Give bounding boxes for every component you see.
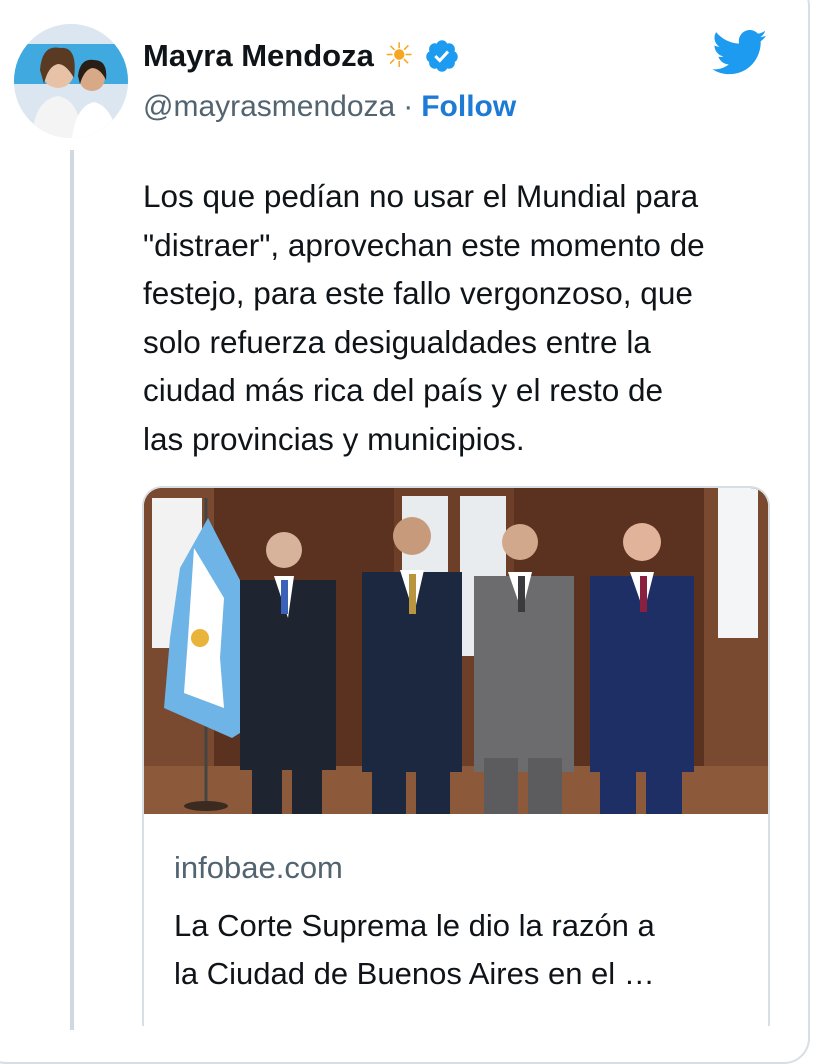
author-handle[interactable]: @mayrasmendoza	[143, 90, 395, 124]
tweet-text: Los que pedían no usar el Mundial para "…	[143, 178, 705, 457]
thread-line	[70, 150, 74, 1030]
article-photo[interactable]	[144, 488, 768, 814]
link-title[interactable]: La Corte Suprema le dio la razón a la Ci…	[174, 902, 754, 998]
verified-badge-icon	[426, 40, 459, 72]
sun-emoji-icon: ☀	[383, 37, 415, 75]
link-domain: infobae.com	[174, 850, 343, 885]
handle-row: @mayrasmendoza · Follow	[143, 90, 516, 124]
author-row: Mayra Mendoza ☀	[143, 38, 460, 74]
link-title-line-1: La Corte Suprema le dio la razón a	[174, 908, 655, 943]
twitter-bird-icon[interactable]	[712, 30, 768, 76]
follow-button[interactable]: Follow	[421, 90, 516, 124]
link-preview-card[interactable]: infobae.com La Corte Suprema le dio la r…	[142, 486, 770, 1026]
author-name[interactable]: Mayra Mendoza	[143, 38, 374, 74]
avatar[interactable]	[14, 24, 128, 138]
link-title-line-2: la Ciudad de Buenos Aires en el …	[174, 956, 655, 991]
separator-dot: ·	[403, 90, 414, 123]
